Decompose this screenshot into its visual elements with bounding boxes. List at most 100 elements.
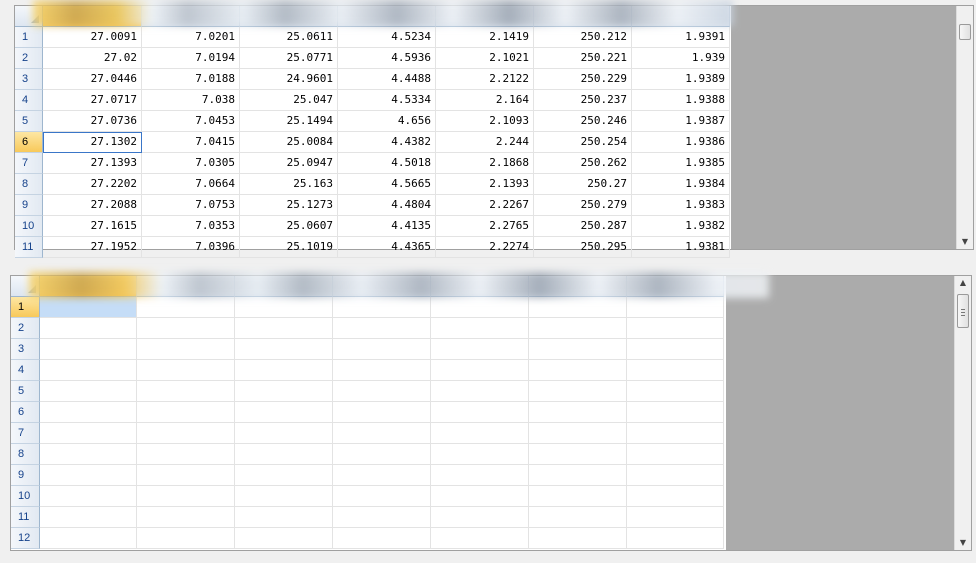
grid-cell[interactable]: 250.279 (534, 195, 632, 216)
grid-cell[interactable] (431, 507, 529, 528)
grid-cell[interactable]: 4.4488 (338, 69, 436, 90)
grid-cell[interactable]: 27.0091 (43, 27, 142, 48)
row-header[interactable]: 11 (15, 237, 43, 258)
grid-cell[interactable] (333, 465, 431, 486)
grid-cell[interactable]: 1.9386 (632, 132, 730, 153)
table-row[interactable]: 1 (11, 297, 724, 318)
column-header[interactable] (43, 6, 142, 27)
table-row[interactable]: 7 (11, 423, 724, 444)
grid-cell[interactable] (235, 318, 333, 339)
grid-cell[interactable]: 7.0415 (142, 132, 240, 153)
bottom-vertical-scrollbar[interactable]: ▲ ▼ (954, 276, 971, 550)
grid-cell[interactable]: 250.212 (534, 27, 632, 48)
column-header[interactable] (137, 276, 235, 297)
grid-cell[interactable] (137, 381, 235, 402)
row-header[interactable]: 4 (15, 90, 43, 111)
grid-cell[interactable] (627, 339, 724, 360)
grid-cell[interactable]: 1.9388 (632, 90, 730, 111)
table-row[interactable]: 5 (11, 381, 724, 402)
grid-cell[interactable]: 25.163 (240, 174, 338, 195)
row-header[interactable]: 7 (11, 423, 40, 444)
grid-cell[interactable]: 250.221 (534, 48, 632, 69)
grid-cell[interactable] (137, 339, 235, 360)
grid-cell[interactable] (431, 339, 529, 360)
grid-cell[interactable]: 1.9391 (632, 27, 730, 48)
grid-cell[interactable]: 7.0396 (142, 237, 240, 258)
grid-cell[interactable]: 250.287 (534, 216, 632, 237)
grid-cell[interactable] (627, 507, 724, 528)
bottom-data-grid[interactable]: 1 2 3 4 5 6 7 8 9 10 11 12 ▲ ▼ (10, 272, 972, 551)
column-header[interactable] (627, 276, 724, 297)
grid-cell[interactable] (627, 381, 724, 402)
grid-cell[interactable] (333, 423, 431, 444)
grid-cell[interactable]: 27.0717 (43, 90, 142, 111)
grid-cell[interactable]: 25.1494 (240, 111, 338, 132)
grid-cell[interactable] (137, 507, 235, 528)
table-row[interactable]: 11 27.1952 7.0396 25.1019 4.4365 2.2274 250.29… (15, 237, 730, 258)
grid-cell[interactable]: 27.02 (43, 48, 142, 69)
grid-cell[interactable]: 250.229 (534, 69, 632, 90)
grid-cell[interactable]: 25.0947 (240, 153, 338, 174)
grid-cell[interactable] (431, 360, 529, 381)
table-row[interactable]: 3 (11, 339, 724, 360)
column-header[interactable] (338, 6, 436, 27)
grid-cell[interactable] (235, 381, 333, 402)
grid-cell[interactable]: 250.254 (534, 132, 632, 153)
grid-cell[interactable] (333, 297, 431, 318)
row-header[interactable]: 3 (15, 69, 43, 90)
grid-cell[interactable] (137, 402, 235, 423)
grid-cell[interactable]: 4.5234 (338, 27, 436, 48)
grid-cell[interactable] (235, 423, 333, 444)
table-row[interactable]: 6 (11, 402, 724, 423)
grid-cell[interactable]: 25.0611 (240, 27, 338, 48)
column-header[interactable] (534, 6, 632, 27)
grid-cell[interactable] (627, 423, 724, 444)
row-header[interactable]: 5 (15, 111, 43, 132)
grid-cell[interactable]: 7.0305 (142, 153, 240, 174)
column-header[interactable] (333, 276, 431, 297)
table-row[interactable]: 1 27.0091 7.0201 25.0611 4.5234 2.1419 250.212… (15, 27, 730, 48)
grid-cell[interactable] (40, 528, 137, 549)
grid-cell[interactable] (627, 402, 724, 423)
grid-cell[interactable]: 1.9383 (632, 195, 730, 216)
grid-cell[interactable] (529, 528, 627, 549)
row-header[interactable]: 1 (11, 297, 40, 318)
grid-cell[interactable] (333, 528, 431, 549)
grid-cell[interactable] (235, 507, 333, 528)
grid-cell[interactable]: 1.9381 (632, 237, 730, 258)
grid-cell[interactable] (627, 297, 724, 318)
grid-cell[interactable]: 1.9384 (632, 174, 730, 195)
grid-cell[interactable] (529, 381, 627, 402)
grid-cell[interactable]: 2.1093 (436, 111, 534, 132)
grid-cell[interactable]: 2.1393 (436, 174, 534, 195)
grid-cell[interactable] (627, 360, 724, 381)
select-all-corner[interactable] (11, 276, 40, 297)
column-header[interactable] (40, 276, 137, 297)
table-row[interactable]: 12 (11, 528, 724, 549)
grid-cell[interactable] (529, 360, 627, 381)
grid-cell[interactable] (333, 381, 431, 402)
scroll-down-arrow-icon[interactable]: ▼ (957, 235, 973, 249)
row-header[interactable]: 7 (15, 153, 43, 174)
grid-cell[interactable] (137, 318, 235, 339)
grid-cell[interactable] (431, 297, 529, 318)
grid-cell[interactable] (137, 528, 235, 549)
grid-cell[interactable]: 24.9601 (240, 69, 338, 90)
grid-cell[interactable]: 4.5936 (338, 48, 436, 69)
grid-cell[interactable]: 25.0607 (240, 216, 338, 237)
row-header[interactable]: 12 (11, 528, 40, 549)
grid-cell[interactable]: 27.0736 (43, 111, 142, 132)
grid-cell[interactable]: 7.0753 (142, 195, 240, 216)
grid-cell[interactable] (529, 465, 627, 486)
top-vertical-scrollbar[interactable]: ▼ (956, 6, 973, 249)
column-header[interactable] (240, 6, 338, 27)
table-row[interactable]: 7 27.1393 7.0305 25.0947 4.5018 2.1868 250.262… (15, 153, 730, 174)
grid-cell[interactable] (235, 297, 333, 318)
grid-cell[interactable] (40, 423, 137, 444)
column-header[interactable] (142, 6, 240, 27)
row-header[interactable]: 3 (11, 339, 40, 360)
row-header[interactable]: 2 (11, 318, 40, 339)
grid-cell[interactable]: 2.2765 (436, 216, 534, 237)
select-all-corner[interactable] (15, 6, 43, 27)
column-header[interactable] (431, 276, 529, 297)
